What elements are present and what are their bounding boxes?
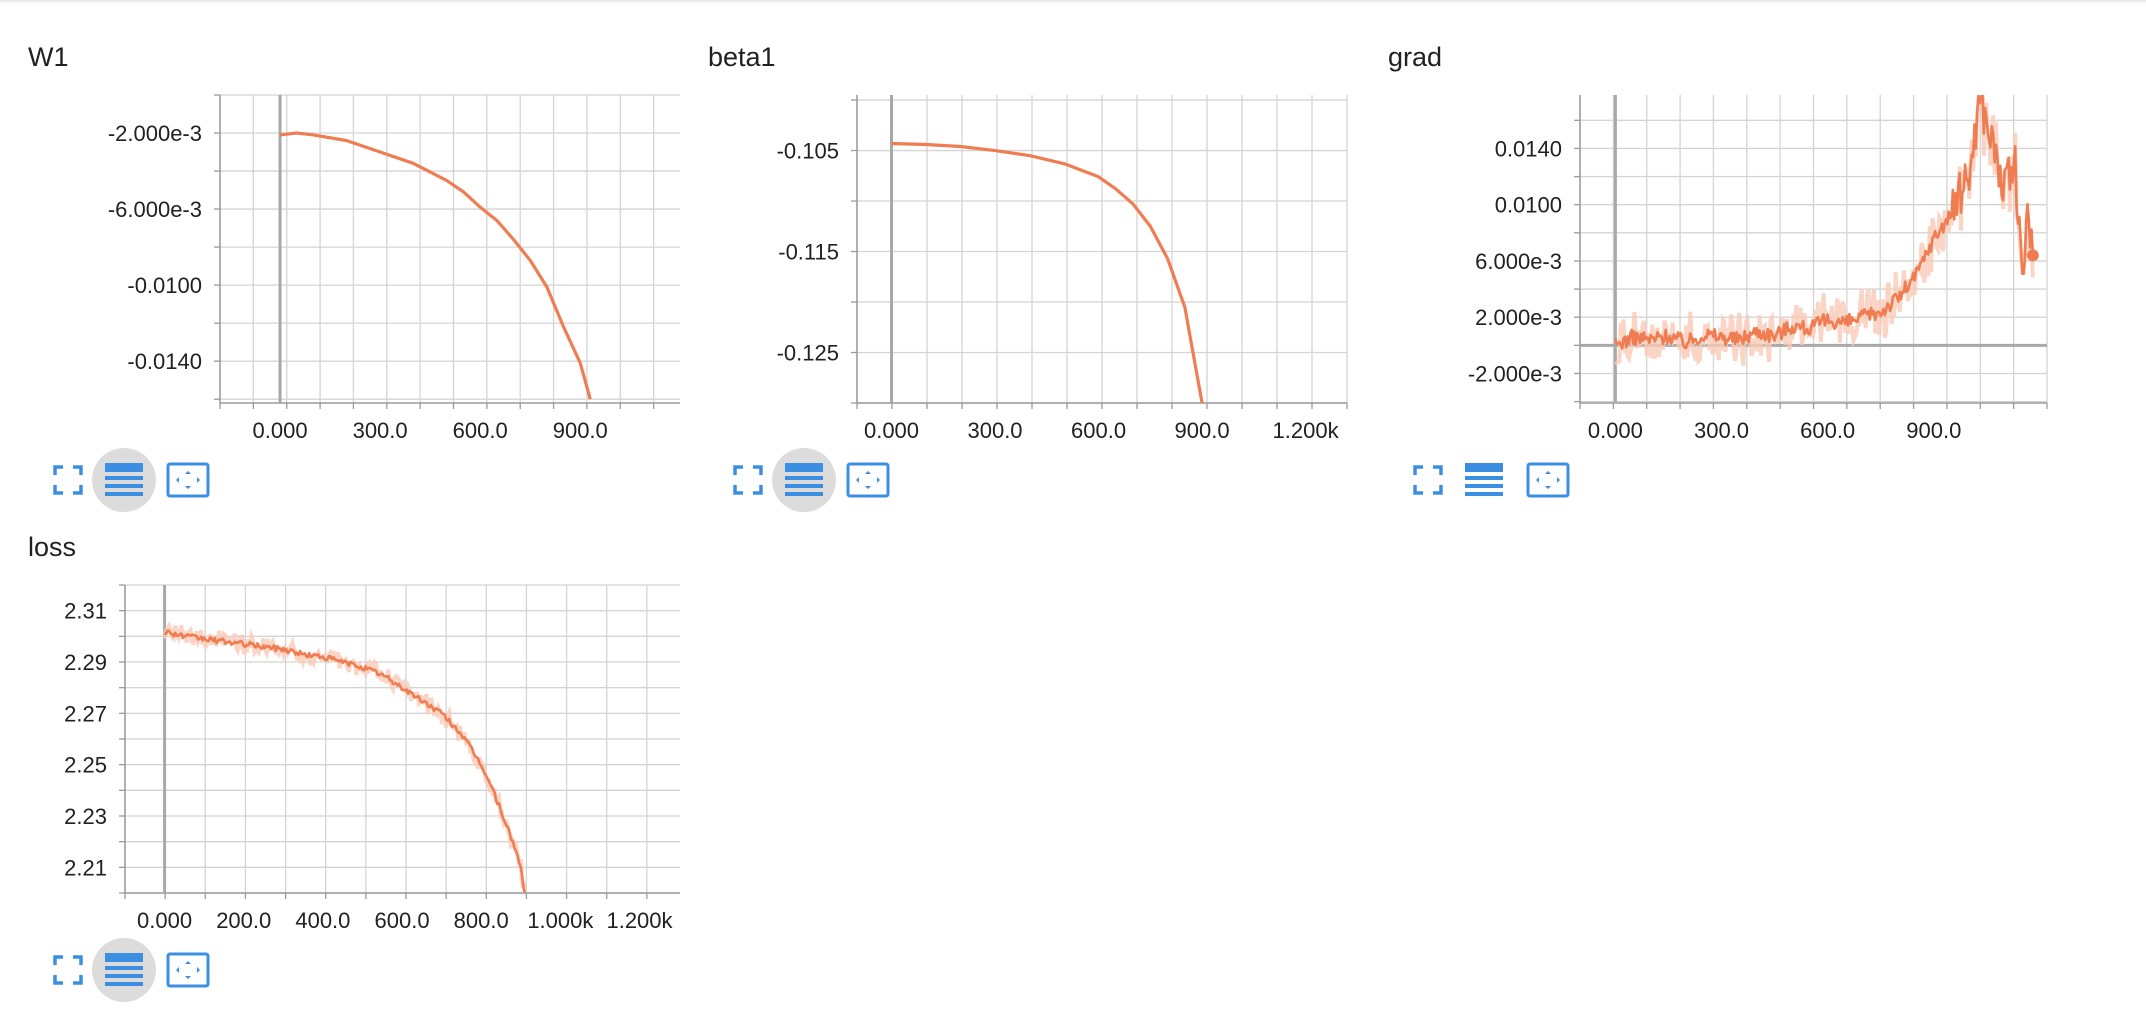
expand-button[interactable] xyxy=(36,938,100,1002)
chart-plot-loss[interactable]: 0.000 200.0 400.0 600.0 800.0 1.000k 1.200k 2.3… xyxy=(0,490,680,930)
chart-plot-beta1[interactable]: 0.000 300.0 600.0 900.0 1.200k -0.105 -0.115 -0… xyxy=(680,0,1360,440)
raw-series-line xyxy=(162,621,527,893)
fullscreen-icon xyxy=(53,955,83,985)
series-line xyxy=(163,629,527,893)
scalar-card-grad: grad 0.000 300.0 600.0 900.0 -2.000e-3 2.000e… xyxy=(1360,0,2048,498)
x-tick-label: 300.0 xyxy=(353,418,408,440)
series-group xyxy=(279,131,592,400)
toggle-data-button[interactable] xyxy=(772,448,836,512)
chart-plot-grad[interactable]: 0.000 300.0 600.0 900.0 -2.000e-3 2.000e-3 6.0… xyxy=(1360,0,2060,440)
fit-domain-icon xyxy=(166,952,210,988)
series-endpoint xyxy=(2026,249,2039,262)
x-tick-label: 1.200k xyxy=(1273,418,1340,440)
y-tick-label: 0.0100 xyxy=(1495,193,1562,218)
x-tick-label: 800.0 xyxy=(454,908,509,930)
fit-domain-button[interactable] xyxy=(836,448,900,512)
y-tick-label: 2.29 xyxy=(64,650,107,675)
scalar-card-beta1: beta1 0.000 300.0 600.0 900.0 1.200k -0.105 -0… xyxy=(680,0,1360,512)
y-tick-label: -6.000e-3 xyxy=(108,197,202,222)
x-tick-label: 1.200k xyxy=(606,908,673,930)
fullscreen-icon xyxy=(733,465,763,495)
x-tick-label: 300.0 xyxy=(967,418,1022,440)
y-tick-label: 2.27 xyxy=(64,701,107,726)
expand-button[interactable] xyxy=(716,448,780,512)
grid-lines xyxy=(214,94,680,403)
x-tick-label: 600.0 xyxy=(375,908,430,930)
card-toolbar xyxy=(36,938,236,1002)
series-group xyxy=(1613,95,2035,367)
y-tick-label: 0.0140 xyxy=(1495,136,1562,161)
list-icon xyxy=(785,463,823,496)
x-tick-label: 400.0 xyxy=(295,908,350,930)
y-tick-label: -0.115 xyxy=(778,240,839,265)
x-tick-label: 200.0 xyxy=(216,908,271,930)
fit-domain-icon xyxy=(1526,462,1570,498)
x-tick-label: 900.0 xyxy=(553,418,608,440)
x-tick-label: 300.0 xyxy=(1694,418,1749,440)
fit-domain-icon xyxy=(846,462,890,498)
fit-domain-button[interactable] xyxy=(1516,448,1580,512)
y-tick-label: -0.105 xyxy=(777,139,839,164)
x-tick-label: 600.0 xyxy=(453,418,508,440)
y-tick-label: 2.31 xyxy=(64,599,107,624)
x-tick-label: 600.0 xyxy=(1800,418,1855,440)
y-tick-label: 6.000e-3 xyxy=(1475,249,1562,274)
x-tick-label: 0.000 xyxy=(253,418,308,440)
card-toolbar xyxy=(716,448,916,512)
x-tick-label: 600.0 xyxy=(1071,418,1126,440)
list-icon xyxy=(105,953,143,986)
toggle-data-button[interactable] xyxy=(1452,448,1516,512)
y-tick-label: 2.25 xyxy=(64,753,107,778)
y-tick-label: 2.000e-3 xyxy=(1475,305,1562,330)
list-icon xyxy=(1465,463,1503,496)
card-toolbar xyxy=(1396,448,1596,512)
y-tick-label: -0.0140 xyxy=(127,349,202,374)
chart-plot-w1[interactable]: 0.000 300.0 600.0 900.0 -2.000e-3 -6.000e-3 -0… xyxy=(0,0,680,440)
scalar-card-loss: loss 0.000 200.0 400.0 600.0 800.0 1.000k 1.20… xyxy=(0,490,680,1002)
y-tick-label: -0.0100 xyxy=(127,273,202,298)
toggle-data-button[interactable] xyxy=(92,938,156,1002)
series-group xyxy=(891,141,1204,403)
x-tick-label: 900.0 xyxy=(1906,418,1961,440)
x-tick-label: 0.000 xyxy=(1588,418,1643,440)
y-tick-label: -2.000e-3 xyxy=(108,121,202,146)
scalar-card-w1: W1 0.000 300.0 600.0 900.0 -2.000e-3 -6.000e-… xyxy=(0,0,680,512)
series-line xyxy=(279,131,592,400)
y-tick-label: -0.125 xyxy=(777,341,839,366)
x-tick-label: 0.000 xyxy=(864,418,919,440)
fullscreen-icon xyxy=(1413,465,1443,495)
x-tick-label: 900.0 xyxy=(1175,418,1230,440)
expand-button[interactable] xyxy=(1396,448,1460,512)
y-tick-label: 2.23 xyxy=(64,804,107,829)
series-line xyxy=(891,141,1204,403)
x-tick-label: 1.000k xyxy=(527,908,594,930)
fit-domain-button[interactable] xyxy=(156,938,220,1002)
y-tick-label: -2.000e-3 xyxy=(1468,361,1562,386)
y-tick-label: 2.21 xyxy=(64,855,107,880)
grid-lines xyxy=(851,95,1348,404)
x-tick-label: 0.000 xyxy=(137,908,192,930)
series-group xyxy=(162,621,527,893)
